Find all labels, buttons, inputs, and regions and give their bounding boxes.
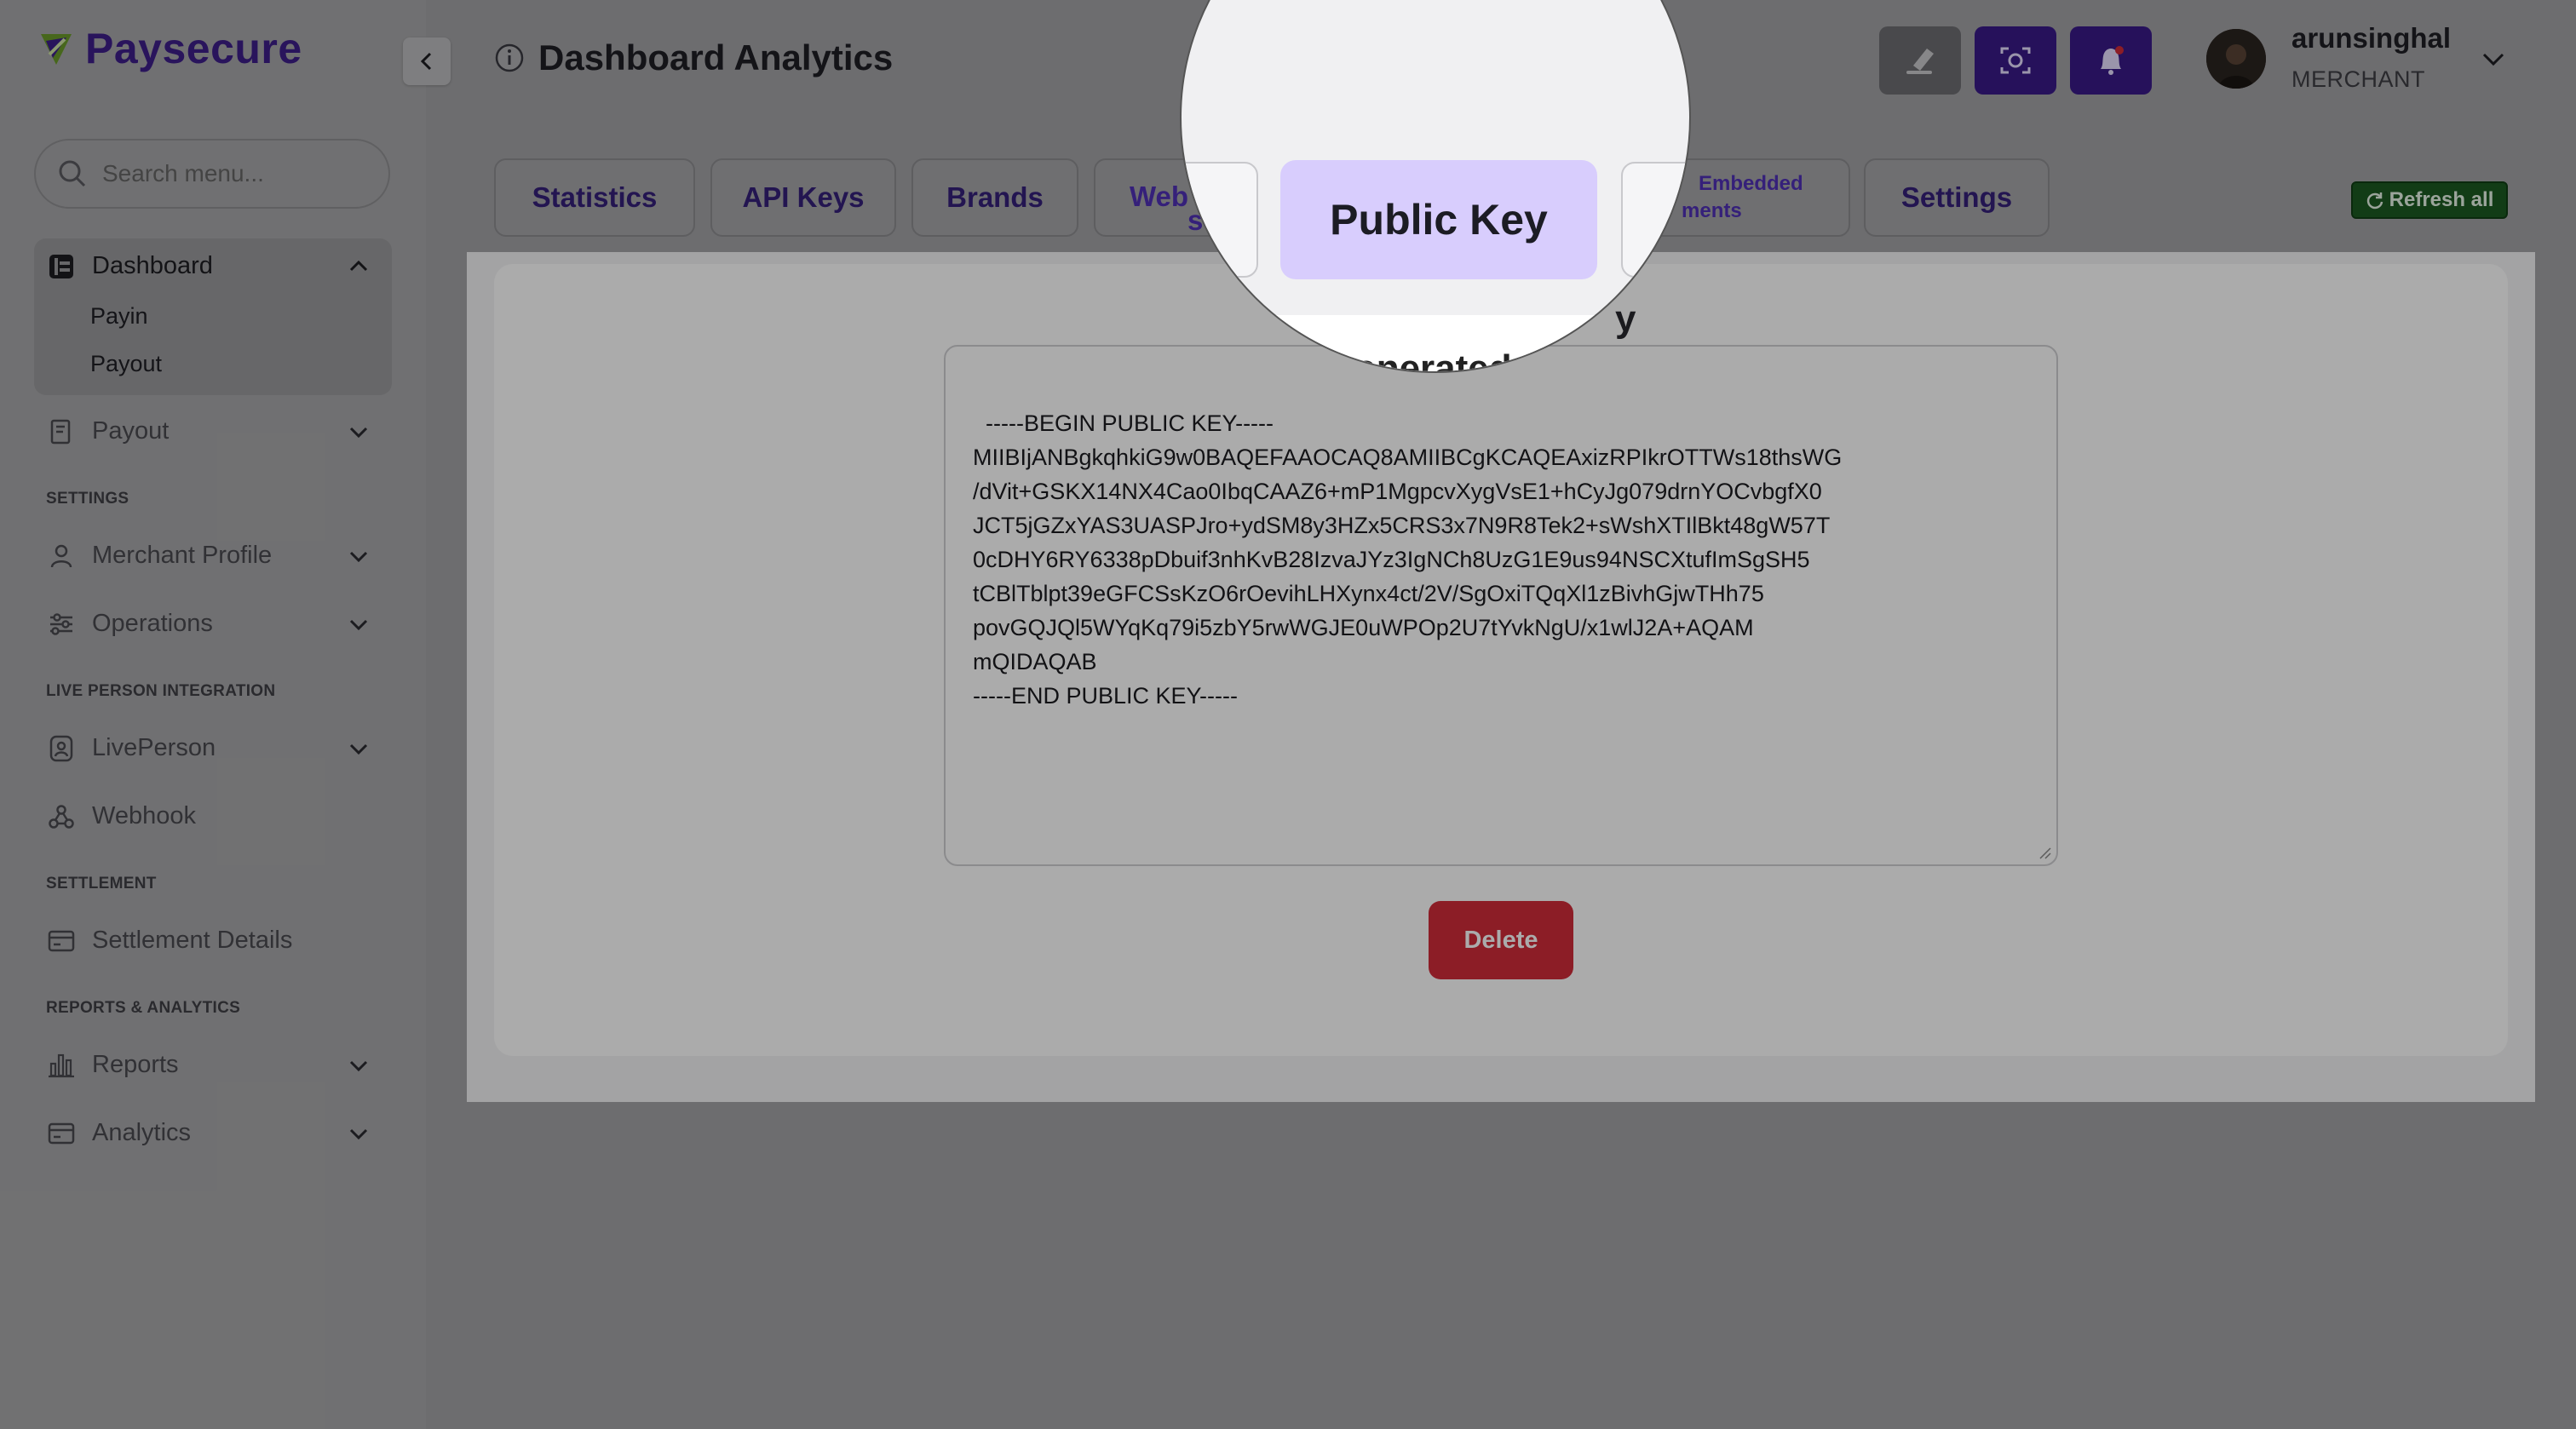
delete-button[interactable]: Delete — [1429, 901, 1573, 979]
section-label-reports: REPORTS & ANALYTICS — [46, 999, 241, 1017]
sidebar-item-webhook[interactable]: Webhook — [48, 802, 371, 830]
receipt-icon — [50, 419, 71, 444]
sidebar-item-label: Operations — [92, 610, 213, 637]
sidebar-item-label: Merchant Profile — [92, 542, 273, 569]
magnified-heading: Generated P — [1326, 347, 1548, 373]
magnified-tab-embedded — [1621, 162, 1689, 278]
tab-statistics[interactable]: Statistics — [494, 158, 695, 237]
search-box[interactable] — [34, 139, 390, 209]
dashboard-icon — [49, 254, 73, 278]
public-key-text: -----BEGIN PUBLIC KEY----- MIIBIjANBgkqh… — [973, 410, 1843, 709]
sidebar-item-settlement-details[interactable]: Settlement Details — [48, 927, 371, 955]
sidebar-item-label: Reports — [92, 1051, 179, 1078]
tab-embedded-label-top: Embedded — [1699, 172, 1803, 195]
chevron-down-icon[interactable] — [346, 611, 371, 637]
user-icon — [50, 544, 72, 567]
paysecure-logo-icon — [41, 34, 72, 65]
user-role: MERCHANT — [2291, 66, 2425, 92]
page-title-text: Dashboard Analytics — [538, 37, 894, 77]
chevron-left-icon — [420, 52, 432, 71]
sidebar-item-reports[interactable]: Reports — [48, 1051, 371, 1079]
sidebar-item-analytics[interactable]: Analytics — [48, 1119, 371, 1147]
tab-embedded-label-bottom: ments — [1682, 199, 1742, 222]
refresh-all-label: Refresh all — [2389, 188, 2494, 211]
chevron-down-icon[interactable] — [346, 419, 371, 445]
chevron-down-icon[interactable] — [2479, 44, 2508, 73]
sidebar-item-operations[interactable]: Operations — [48, 610, 371, 638]
chevron-down-icon[interactable] — [346, 736, 371, 761]
sidebar-item-label: Settlement Details — [92, 927, 293, 954]
sidebar-item-label: Dashboard — [92, 252, 213, 279]
sidebar-item-liveperson[interactable]: LivePerson — [48, 734, 371, 762]
screenshot-button[interactable] — [1975, 26, 2056, 95]
tab-public-key[interactable]: Public Key — [1280, 160, 1597, 279]
sidebar-subitem-payin[interactable]: Payin — [90, 303, 148, 330]
chevron-up-icon[interactable] — [346, 254, 371, 279]
sliders-icon — [50, 612, 72, 635]
sidebar-item-label: LivePerson — [92, 734, 216, 761]
tab-webhooks-label: Web — [1130, 181, 1189, 212]
webhook-icon — [49, 804, 74, 829]
logo[interactable]: Paysecure — [37, 24, 302, 73]
magnified-tab-webhooks — [1182, 162, 1258, 278]
analytics-icon — [48, 1122, 75, 1144]
user-photo-icon — [2206, 29, 2266, 89]
bell-icon — [2101, 46, 2124, 75]
chevron-down-icon[interactable] — [346, 1121, 371, 1146]
sidebar-item-merchant-profile[interactable]: Merchant Profile — [48, 542, 371, 570]
collapse-sidebar-button[interactable] — [403, 37, 451, 85]
page-title: Dashboard Analytics — [494, 37, 893, 78]
card-icon — [48, 930, 75, 951]
eraser-icon — [1906, 49, 1934, 74]
sidebar-item-label: Payout — [92, 417, 170, 445]
sidebar-item-label: Webhook — [92, 802, 196, 829]
section-label-settlement: SETTLEMENT — [46, 875, 157, 892]
capture-icon — [2000, 47, 2031, 74]
avatar[interactable] — [2206, 29, 2266, 89]
tab-api-keys[interactable]: API Keys — [710, 158, 896, 237]
section-label-settings: SETTINGS — [46, 490, 129, 508]
tab-brands[interactable]: Brands — [911, 158, 1078, 237]
refresh-all-button[interactable]: Refresh all — [2351, 181, 2508, 219]
clear-button[interactable] — [1879, 26, 1961, 95]
sidebar-item-dashboard[interactable]: Dashboard — [48, 252, 371, 280]
refresh-icon — [2366, 192, 2383, 209]
shield-user-icon — [49, 735, 73, 761]
sidebar-item-label: Analytics — [92, 1119, 192, 1146]
section-label-live-person: LIVE PERSON INTEGRATION — [46, 682, 276, 700]
public-key-textarea[interactable]: -----BEGIN PUBLIC KEY----- MIIBIjANBgkqh… — [944, 345, 2058, 866]
sidebar: Paysecure Dashboard Payin Payout Payout — [0, 0, 426, 1429]
info-icon[interactable] — [494, 43, 525, 73]
chevron-down-icon[interactable] — [346, 1053, 371, 1078]
sidebar-item-payout[interactable]: Payout — [48, 417, 371, 445]
bar-chart-icon — [49, 1053, 74, 1077]
resize-grip-icon[interactable] — [2038, 846, 2051, 859]
notifications-button[interactable] — [2070, 26, 2152, 95]
user-name: arunsinghal — [2291, 22, 2452, 54]
logo-text: Paysecure — [85, 25, 302, 72]
tab-settings[interactable]: Settings — [1864, 158, 2050, 237]
chevron-down-icon[interactable] — [346, 543, 371, 569]
search-input[interactable] — [101, 159, 377, 188]
sidebar-subitem-payout[interactable]: Payout — [90, 351, 162, 377]
search-icon — [59, 160, 86, 187]
magnifier-lens: Public Key Generated P — [1180, 0, 1691, 373]
